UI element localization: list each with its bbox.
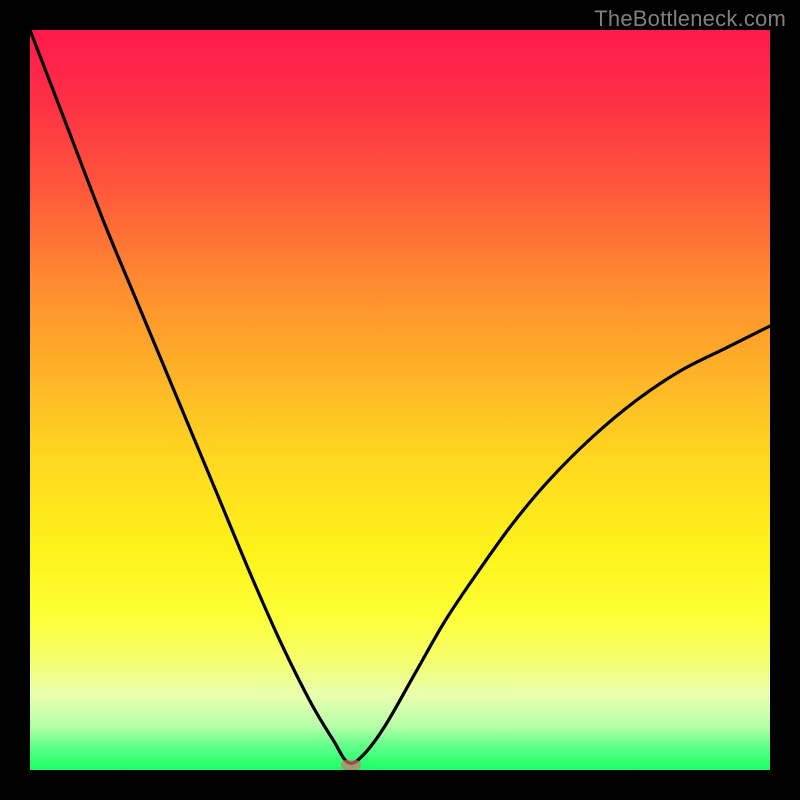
chart-frame: TheBottleneck.com: [0, 0, 800, 800]
watermark-text: TheBottleneck.com: [594, 6, 786, 32]
plot-area: [30, 30, 770, 770]
bottleneck-curve: [30, 30, 770, 770]
optimal-point-marker: [341, 760, 361, 770]
